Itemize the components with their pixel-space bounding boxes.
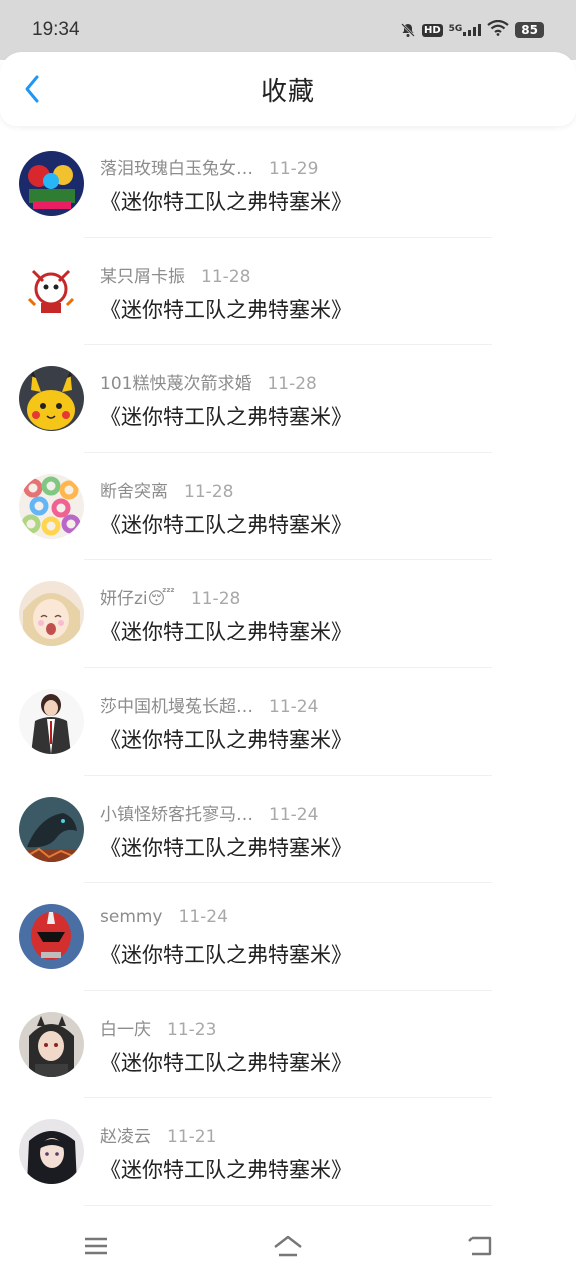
item-title: 《迷你特工队之弗特塞米》 — [100, 190, 352, 214]
item-meta: 101糕怏蔑次箭求婚 11-28 — [100, 369, 317, 394]
username: 赵凌云 — [100, 1127, 151, 1148]
item-title: 《迷你特工队之弗特塞米》 — [100, 512, 352, 537]
username: 101糕怏蔑次箭求婚 — [100, 374, 252, 395]
wifi-icon — [487, 19, 509, 40]
hd-icon: HD — [421, 23, 443, 37]
username: 小镇怪矫客托寥马… — [100, 804, 253, 825]
donuts-avatar[interactable] — [19, 473, 84, 539]
item-meta: semmy 11-24 — [100, 907, 228, 927]
date: 11-24 — [269, 804, 319, 825]
menu-icon — [85, 1237, 107, 1255]
username: 落泪玫瑰白玉兔女… — [100, 159, 253, 179]
network-label: 5G — [448, 24, 463, 34]
date: 11-21 — [167, 1127, 217, 1148]
battery-icon: 85 — [515, 22, 544, 38]
list-item[interactable]: 白一庆 11-23 《迷你特工队之弗特塞米》 — [0, 991, 576, 1099]
date: 11-23 — [167, 1019, 217, 1040]
pikachu-avatar[interactable] — [19, 366, 84, 432]
item-title: 《迷你特工队之弗特塞米》 — [100, 405, 352, 430]
item-meta: 小镇怪矫客托寥马… 11-24 — [100, 800, 318, 825]
list-item[interactable]: 赵凌云 11-21 《迷你特工队之弗特塞米》 — [0, 1098, 576, 1206]
status-bar: 19:34 HD 5G 85 — [0, 0, 576, 60]
back-nav-button[interactable] — [450, 1224, 510, 1268]
item-title: 《迷你特工队之弗特塞米》 — [100, 1050, 352, 1075]
item-meta: 断舍突离 11-28 — [100, 477, 233, 502]
username: semmy — [100, 907, 163, 928]
list-item[interactable]: 断舍突离 11-28 《迷你特工队之弗特塞米》 — [0, 453, 576, 561]
list-item[interactable]: 小镇怪矫客托寥马… 11-24 《迷你特工队之弗特塞米》 — [0, 776, 576, 884]
suit-character-avatar[interactable] — [19, 688, 84, 754]
username: 某只屑卡振 — [100, 266, 185, 287]
header: 收藏 — [0, 52, 576, 126]
dark-anime-girl-avatar[interactable] — [19, 1011, 84, 1077]
item-title: 《迷你特工队之弗特塞米》 — [100, 727, 352, 752]
username: 断舍突离 — [100, 481, 168, 502]
chevron-left-icon — [25, 75, 39, 103]
system-nav-bar — [0, 1212, 576, 1280]
list-item[interactable]: 落泪玫瑰白玉兔女… 11-29 《迷你特工队之弗特塞米》 — [0, 130, 576, 238]
username: 白一庆 — [100, 1019, 151, 1040]
back-button[interactable] — [16, 69, 48, 109]
item-title: 《迷你特工队之弗特塞米》 — [100, 943, 352, 968]
item-meta: 某只屑卡振 11-28 — [100, 262, 250, 287]
status-time: 19:34 — [32, 19, 80, 40]
list-item[interactable]: 妍仔zi😴 11-28 《迷你特工队之弗特塞米》 — [0, 560, 576, 668]
username: 妍仔zi😴 — [100, 589, 175, 610]
date: 11-29 — [269, 159, 319, 179]
item-title: 《迷你特工队之弗特塞米》 — [100, 835, 352, 860]
red-ranger-avatar[interactable] — [19, 904, 84, 970]
item-meta: 落泪玫瑰白玉兔女… 11-29 — [100, 154, 318, 179]
dark-dragon-avatar[interactable] — [19, 796, 84, 862]
date: 11-28 — [190, 589, 241, 610]
list-item[interactable]: 101糕怏蔑次箭求婚 11-28 《迷你特工队之弗特塞米》 — [0, 345, 576, 453]
date: 11-28 — [184, 481, 234, 502]
item-title: 《迷你特工队之弗特塞米》 — [100, 620, 352, 645]
item-title: 《迷你特工队之弗特塞米》 — [100, 297, 352, 322]
menu-button[interactable] — [66, 1224, 126, 1268]
home-button[interactable] — [258, 1224, 318, 1268]
date: 11-24 — [178, 907, 228, 928]
list-item[interactable]: semmy 11-24 《迷你特工队之弗特塞米》 — [0, 883, 576, 991]
signal-icon: 5G — [449, 24, 482, 36]
page-title: 收藏 — [260, 76, 315, 107]
robot-heroes-avatar[interactable] — [19, 151, 84, 216]
back-icon — [468, 1236, 492, 1256]
list-item[interactable]: 莎中国机墁菟长超… 11-24 《迷你特工队之弗特塞米》 — [0, 668, 576, 776]
list-item[interactable]: 某只屑卡振 11-28 《迷你特工队之弗特塞米》 — [0, 238, 576, 346]
date: 11-28 — [201, 266, 251, 287]
item-meta: 妍仔zi😴 11-28 — [100, 584, 240, 609]
status-icons: HD 5G 85 — [400, 19, 544, 40]
cartoon-character-avatar[interactable] — [19, 258, 84, 324]
item-meta: 赵凌云 11-21 — [100, 1122, 216, 1147]
dark-hair-anime-avatar[interactable] — [19, 1119, 84, 1185]
bell-off-icon — [400, 22, 416, 38]
date: 11-24 — [269, 696, 319, 717]
item-title: 《迷你特工队之弗特塞米》 — [100, 1158, 352, 1183]
favorites-list: 落泪玫瑰白玉兔女… 11-29 《迷你特工队之弗特塞米》 某只屑卡振 11-28… — [0, 130, 576, 1206]
username: 莎中国机墁菟长超… — [100, 696, 253, 717]
anime-girl-avatar[interactable] — [19, 581, 84, 647]
home-icon — [274, 1235, 302, 1257]
item-meta: 莎中国机墁菟长超… 11-24 — [100, 692, 318, 717]
date: 11-28 — [267, 374, 317, 395]
item-meta: 白一庆 11-23 — [100, 1015, 216, 1040]
